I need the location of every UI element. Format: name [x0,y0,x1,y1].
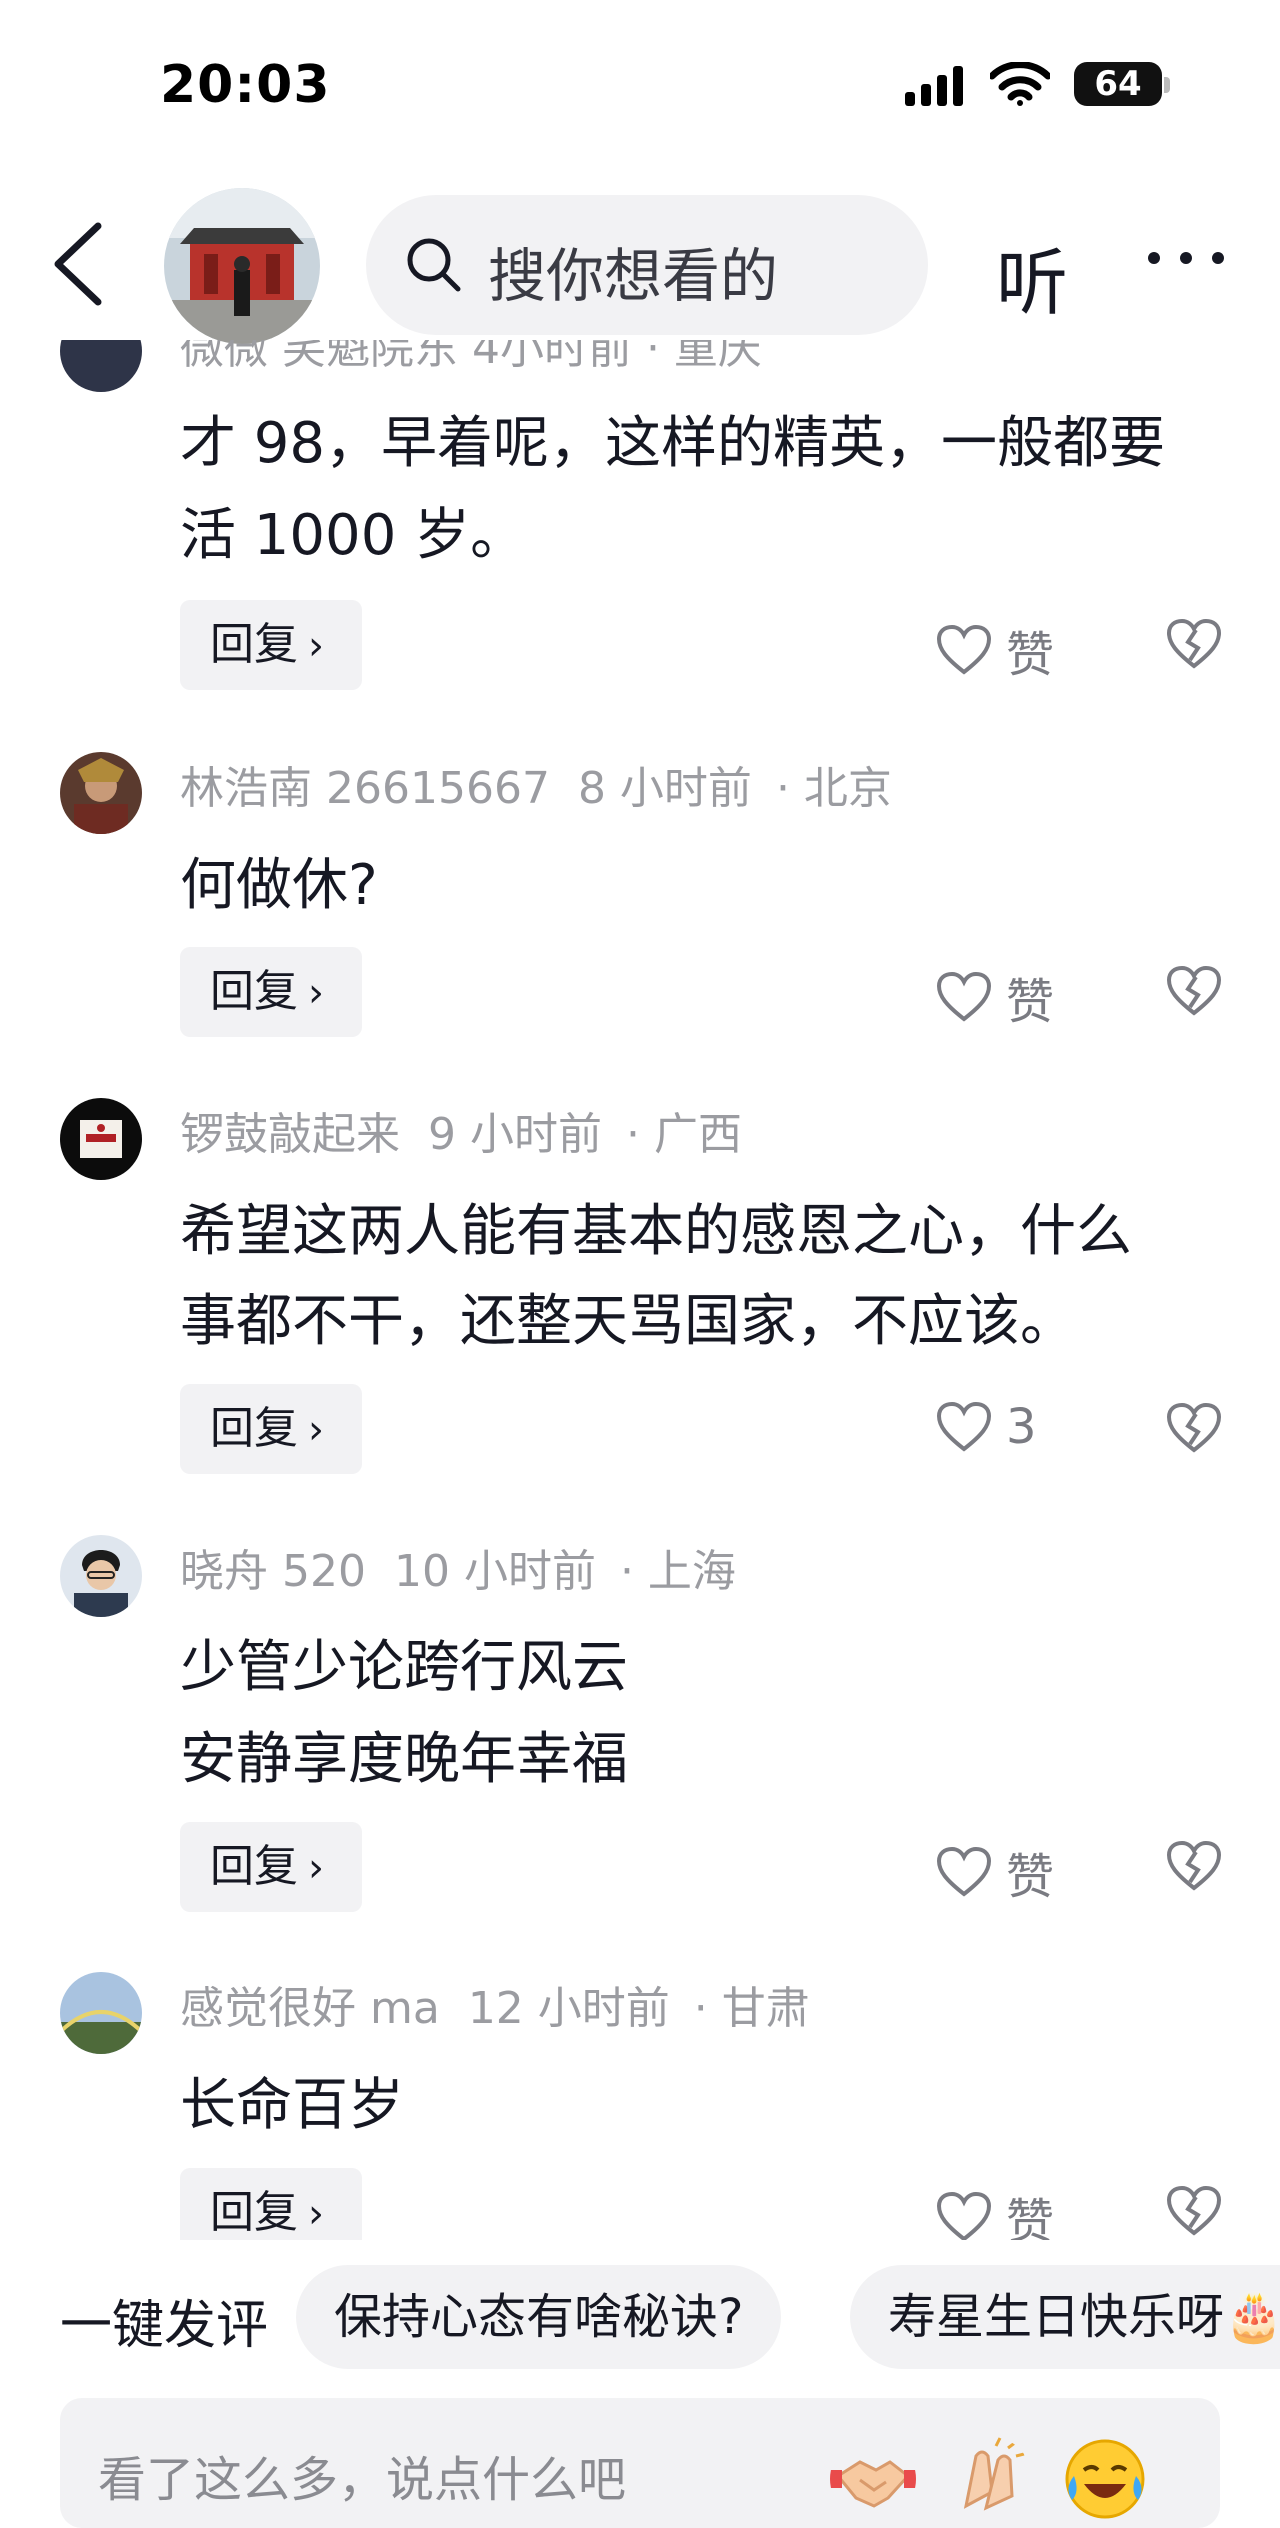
comment-avatar[interactable] [60,1972,142,2054]
comment-username[interactable]: 晓舟 520 [180,1546,366,1597]
cellular-signal-icon [905,66,963,106]
comment-body-line: 何做休? [180,853,378,918]
comment-input-placeholder: 看了这么多，说点什么吧 [98,2452,627,2508]
like-count: 赞 [1006,2194,1055,2240]
heart-icon [936,1401,992,1452]
reply-button[interactable]: 回复 › [180,2168,362,2240]
comment-meta: 感觉很好 ma 12 小时前 · 甘肃 [180,1972,810,2036]
broken-heart-icon[interactable] [1166,1402,1222,1454]
search-icon [407,238,461,292]
like-count: 3 [1006,1399,1037,1455]
battery-cap [1164,77,1170,93]
wifi-icon [990,62,1050,106]
back-arrow-icon[interactable] [50,220,106,308]
like-button[interactable]: 3 [936,1399,1037,1455]
like-button[interactable]: 赞 [936,2182,1054,2240]
comment-avatar[interactable] [60,752,142,834]
comment-location: · 北京 [775,763,892,814]
clapping-hands-emoji-icon[interactable] [946,2436,1032,2522]
reply-button[interactable]: 回复 › [180,947,362,1037]
quick-comment-chip[interactable]: 保持心态有啥秘诀? [296,2265,782,2369]
comment-body-line: 安静享度晚年幸福 [180,1727,628,1792]
status-time: 20:03 [160,55,331,115]
comment-body-line: 事都不干，还整天骂国家，不应该。 [180,1289,1076,1354]
comment-meta: 晓舟 520 10 小时前 · 上海 [180,1535,736,1599]
heart-icon [936,2191,992,2240]
laughing-crying-emoji-icon[interactable] [1062,2436,1148,2522]
search-box[interactable]: 搜你想看的 [366,195,928,335]
comment-location: · 广西 [625,1109,742,1160]
comment-input[interactable]: 看了这么多，说点什么吧 [60,2398,1220,2528]
heart-icon [936,624,992,675]
comment-location: · 甘肃 [693,1983,810,2034]
broken-heart-icon[interactable] [1166,1840,1222,1892]
comment-time: 9 小时前 [428,1109,602,1160]
comment-body-line: 希望这两人能有基本的感恩之心，什么 [180,1199,1132,1264]
comment-body-line: 活 1000 岁。 [180,503,527,568]
comment-username[interactable]: 林浩南 26615667 [180,763,550,814]
quick-comment-chip[interactable]: 寿星生日快乐呀🎂 [850,2265,1280,2369]
like-count: 赞 [1006,974,1055,1030]
reply-button[interactable]: 回复 › [180,1822,362,1912]
search-placeholder: 搜你想看的 [488,242,779,310]
heart-icon [936,1846,992,1897]
clipped-action-row: 回复 › 赞 [0,2160,1280,2240]
reply-button[interactable]: 回复 › [180,1384,362,1474]
battery-indicator: 64 [1074,62,1162,106]
comment-avatar[interactable] [60,340,142,392]
handshake-emoji-icon[interactable] [830,2436,916,2522]
heart-icon [936,971,992,1022]
like-button[interactable]: 赞 [936,1837,1054,1907]
comment-body-line: 才 98，早着呢，这样的精英，一般都要 [180,411,1166,476]
comment-body-line: 少管少论跨行风云 [180,1635,628,1700]
like-button[interactable]: 赞 [936,615,1054,685]
comment-time: 8 小时前 [577,763,752,814]
more-options-icon[interactable] [1146,250,1226,266]
broken-heart-icon[interactable] [1166,965,1222,1017]
comment-time: 10 小时前 [393,1546,596,1597]
like-button[interactable]: 赞 [936,962,1054,1032]
comment-meta: 林浩南 26615667 8 小时前 · 北京 [180,752,892,816]
comment-avatar[interactable] [60,1535,142,1617]
comment-body-line: 长命百岁 [180,2073,404,2138]
comment-username[interactable]: 锣鼓敲起来 [180,1109,400,1160]
like-count: 赞 [1006,627,1055,683]
listen-button[interactable]: 听 [996,224,1068,329]
broken-heart-icon[interactable] [1166,2185,1222,2237]
author-avatar[interactable] [164,188,320,344]
reply-button[interactable]: 回复 › [180,600,362,690]
comment-time: 12 小时前 [467,1983,670,2034]
comment-meta: 微微 笑魁院东 4小时前 · 重庆 [180,340,762,374]
like-count: 赞 [1006,1849,1055,1905]
comment-username[interactable]: 感觉很好 ma [180,1983,440,2034]
comment-meta: 锣鼓敲起来 9 小时前 · 广西 [180,1098,742,1162]
quick-comment-label: 一键发评 [60,2296,269,2356]
broken-heart-icon[interactable] [1166,618,1222,670]
scrolled-comment-header: 微微 笑魁院东 4小时前 · 重庆 [0,340,1280,400]
comment-location: · 上海 [619,1546,736,1597]
comment-avatar[interactable] [60,1098,142,1180]
